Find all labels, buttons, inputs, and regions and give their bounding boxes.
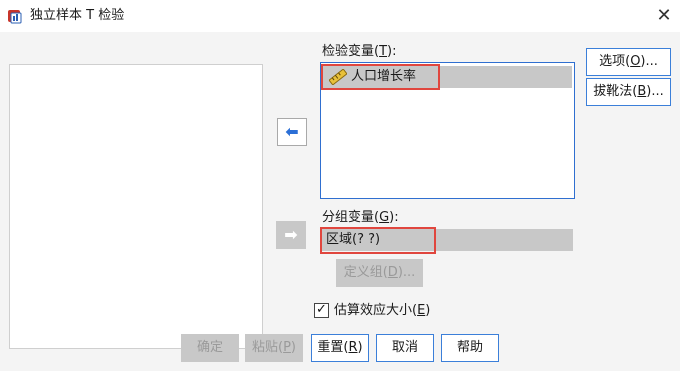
- reset-button[interactable]: 重置(R): [311, 334, 369, 362]
- window-title: 独立样本 T 检验: [30, 8, 125, 23]
- effect-size-checkbox[interactable]: ✓: [314, 302, 329, 318]
- test-variable-name: 人口增长率: [351, 69, 417, 84]
- test-variable-list[interactable]: 人口增长率: [320, 62, 575, 199]
- app-icon: [8, 10, 22, 24]
- options-button[interactable]: 选项(O)...: [586, 48, 671, 76]
- source-variable-list[interactable]: [9, 64, 263, 349]
- arrow-right-icon: ➡: [284, 225, 298, 244]
- move-grouping-variable-button[interactable]: ➡: [276, 221, 306, 249]
- ok-button[interactable]: 确定: [181, 334, 239, 362]
- grouping-variable-value: 区域(? ?): [326, 232, 381, 247]
- help-button[interactable]: 帮助: [441, 334, 499, 362]
- paste-button[interactable]: 粘贴(P): [245, 334, 303, 362]
- dialog-window: 独立样本 T 检验 ✕ 检验变量(T): ⬅ 人口增长率 选项(O)... 拔靴…: [0, 0, 680, 371]
- grouping-variable-field[interactable]: 区域(? ?): [321, 229, 573, 251]
- cancel-button[interactable]: 取消: [376, 334, 434, 362]
- define-groups-button[interactable]: 定义组(D)...: [336, 259, 423, 287]
- bootstrap-button[interactable]: 拔靴法(B)...: [586, 78, 671, 106]
- arrow-left-icon: ⬅: [285, 122, 299, 141]
- effect-size-label: 估算效应大小(E): [334, 303, 431, 318]
- checkmark-icon: ✓: [316, 302, 327, 317]
- title-bar: 独立样本 T 检验 ✕: [0, 0, 680, 32]
- scale-ruler-icon: [329, 69, 347, 85]
- close-icon[interactable]: ✕: [652, 4, 676, 28]
- grouping-variable-label: 分组变量(G):: [322, 210, 399, 225]
- move-test-variable-button[interactable]: ⬅: [277, 118, 307, 146]
- test-variable-label: 检验变量(T):: [322, 44, 397, 59]
- list-item[interactable]: 人口增长率: [323, 66, 572, 88]
